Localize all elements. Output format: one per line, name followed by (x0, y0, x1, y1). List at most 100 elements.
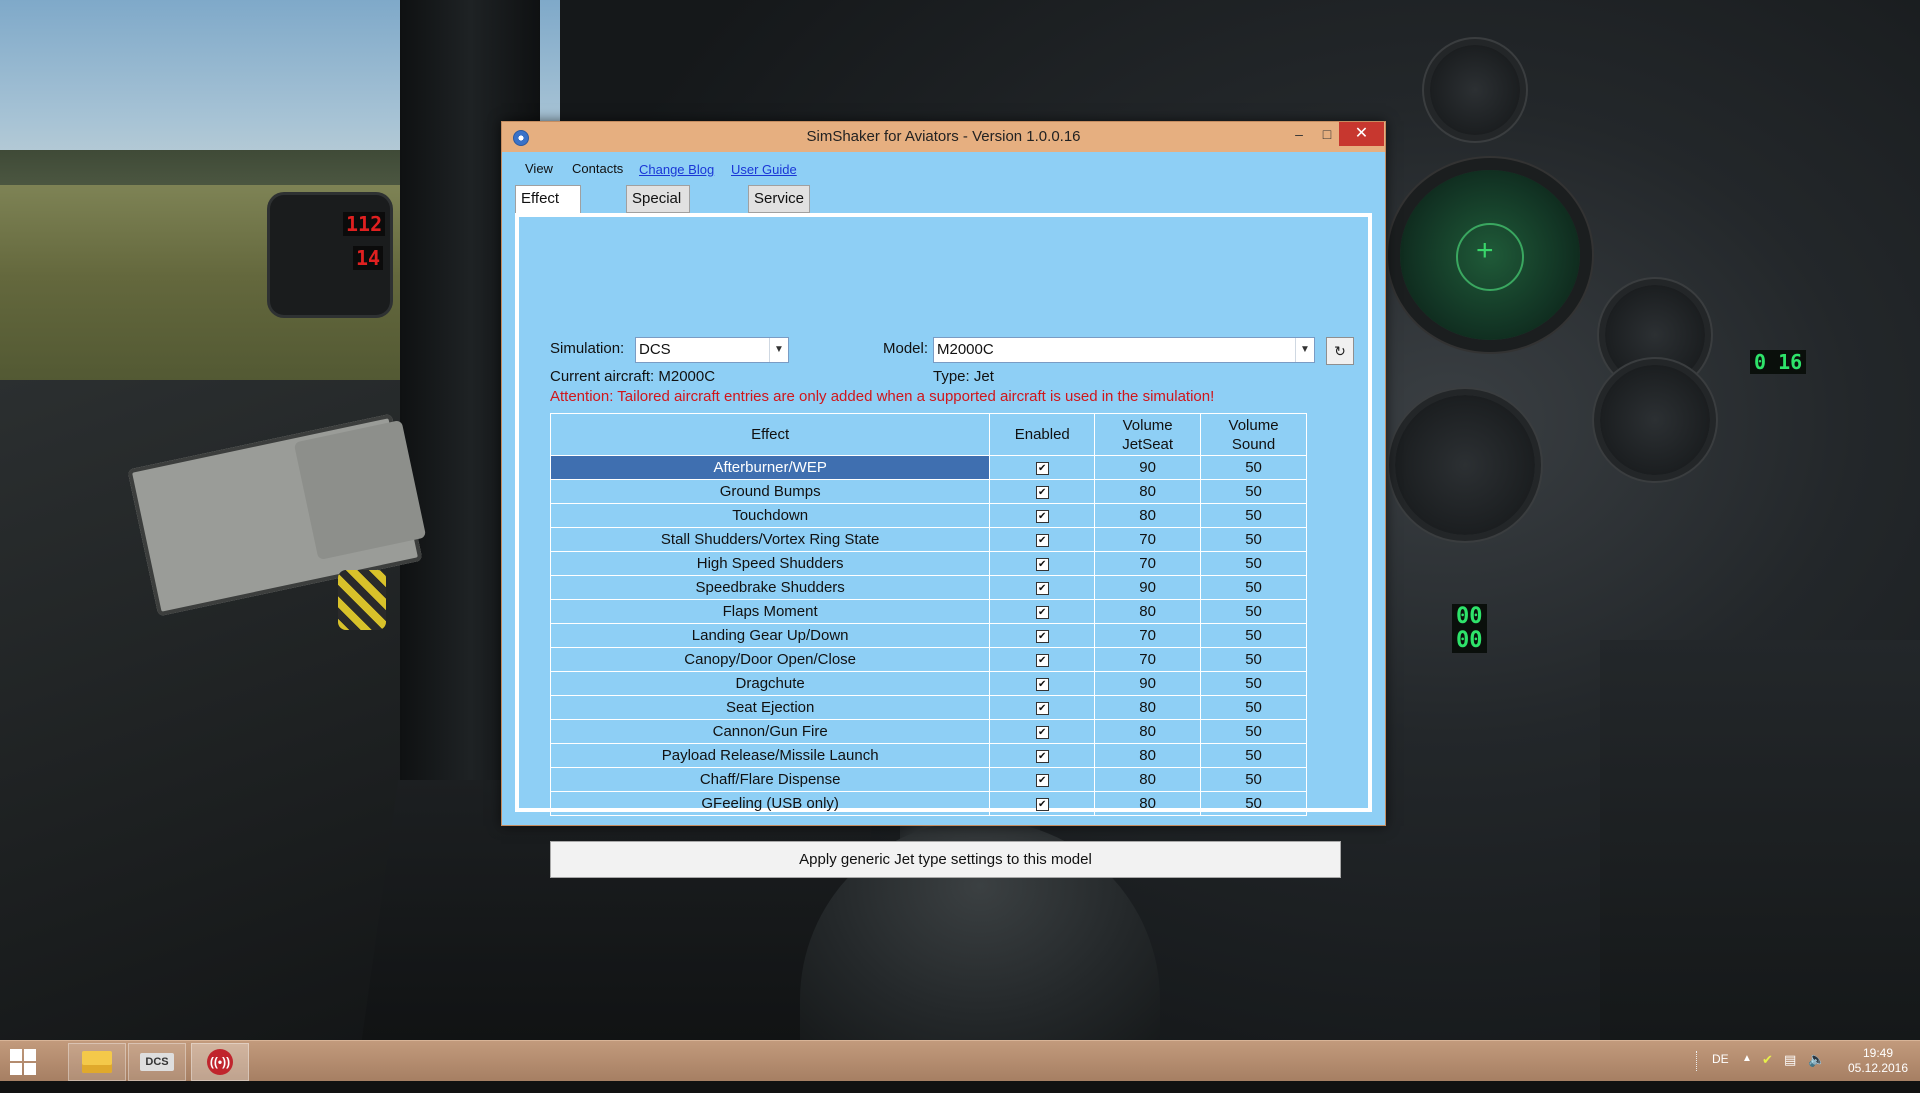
model-select[interactable]: M2000C ▼ (933, 337, 1315, 363)
table-row[interactable]: Speedbrake Shudders ✔ 90 50 (549, 575, 1307, 600)
close-button[interactable]: ✕ (1339, 122, 1384, 146)
table-row[interactable]: Chaff/Flare Dispense ✔ 80 50 (549, 767, 1307, 792)
volume-jetseat-cell[interactable]: 80 (1094, 599, 1202, 624)
enabled-checkbox[interactable]: ✔ (1035, 725, 1049, 739)
volume-sound-cell[interactable]: 50 (1200, 599, 1307, 624)
volume-jetseat-cell[interactable]: 70 (1094, 623, 1202, 648)
volume-jetseat-cell[interactable]: 80 (1094, 791, 1202, 816)
volume-jetseat-cell[interactable]: 80 (1094, 719, 1202, 744)
volume-icon[interactable]: 🔈 (1808, 1051, 1825, 1091)
volume-sound-cell[interactable]: 50 (1200, 623, 1307, 648)
enabled-checkbox[interactable]: ✔ (1035, 701, 1049, 715)
security-shield-icon[interactable]: ✔ (1762, 1052, 1773, 1092)
table-row[interactable]: Canopy/Door Open/Close ✔ 70 50 (549, 647, 1307, 672)
effect-name-cell[interactable]: Afterburner/WEP (549, 455, 991, 480)
enabled-checkbox[interactable]: ✔ (1035, 485, 1049, 499)
enabled-checkbox[interactable]: ✔ (1035, 629, 1049, 643)
enabled-checkbox[interactable]: ✔ (1035, 797, 1049, 811)
table-row[interactable]: Seat Ejection ✔ 80 50 (549, 695, 1307, 720)
volume-jetseat-cell[interactable]: 90 (1094, 671, 1202, 696)
apply-generic-settings-button[interactable]: Apply generic Jet type settings to this … (550, 841, 1341, 878)
maximize-button[interactable]: □ (1313, 122, 1341, 146)
chevron-down-icon[interactable]: ▼ (1295, 338, 1314, 362)
title-bar[interactable]: SimShaker for Aviators - Version 1.0.0.1… (502, 122, 1385, 152)
effect-name-cell[interactable]: GFeeling (USB only) (549, 791, 991, 816)
table-row[interactable]: GFeeling (USB only) ✔ 80 50 (549, 791, 1307, 816)
header-volume-sound[interactable]: Volume Sound (1200, 413, 1307, 456)
simulation-select[interactable]: DCS ▼ (635, 337, 789, 363)
enabled-checkbox[interactable]: ✔ (1035, 773, 1049, 787)
enabled-checkbox[interactable]: ✔ (1035, 509, 1049, 523)
header-effect[interactable]: Effect (549, 413, 991, 456)
effect-name-cell[interactable]: Speedbrake Shudders (549, 575, 991, 600)
taskbar-dcs[interactable]: DCS (128, 1043, 186, 1081)
start-button[interactable] (10, 1049, 36, 1075)
effect-name-cell[interactable]: Flaps Moment (549, 599, 991, 624)
volume-jetseat-cell[interactable]: 70 (1094, 551, 1202, 576)
volume-jetseat-cell[interactable]: 80 (1094, 479, 1202, 504)
minimize-button[interactable]: – (1285, 122, 1313, 146)
volume-sound-cell[interactable]: 50 (1200, 527, 1307, 552)
link-user-guide[interactable]: User Guide (731, 162, 797, 177)
volume-jetseat-cell[interactable]: 70 (1094, 527, 1202, 552)
table-row[interactable]: Ground Bumps ✔ 80 50 (549, 479, 1307, 504)
table-row[interactable]: Cannon/Gun Fire ✔ 80 50 (549, 719, 1307, 744)
volume-sound-cell[interactable]: 50 (1200, 479, 1307, 504)
enabled-checkbox[interactable]: ✔ (1035, 581, 1049, 595)
tab-service[interactable]: Service (748, 185, 811, 213)
tab-special-options[interactable]: Special Options (626, 185, 690, 233)
volume-sound-cell[interactable]: 50 (1200, 743, 1307, 768)
header-enabled[interactable]: Enabled (989, 413, 1096, 456)
effect-name-cell[interactable]: High Speed Shudders (549, 551, 991, 576)
enabled-checkbox[interactable]: ✔ (1035, 533, 1049, 547)
system-clock[interactable]: 19:49 05.12.2016 (1838, 1046, 1918, 1076)
table-row[interactable]: Landing Gear Up/Down ✔ 70 50 (549, 623, 1307, 648)
volume-jetseat-cell[interactable]: 80 (1094, 767, 1202, 792)
volume-jetseat-cell[interactable]: 70 (1094, 647, 1202, 672)
table-row[interactable]: Stall Shudders/Vortex Ring State ✔ 70 50 (549, 527, 1307, 552)
volume-sound-cell[interactable]: 50 (1200, 719, 1307, 744)
language-indicator[interactable]: DE (1712, 1052, 1729, 1092)
volume-jetseat-cell[interactable]: 90 (1094, 575, 1202, 600)
effect-name-cell[interactable]: Landing Gear Up/Down (549, 623, 991, 648)
enabled-checkbox[interactable]: ✔ (1035, 749, 1049, 763)
volume-sound-cell[interactable]: 50 (1200, 671, 1307, 696)
effect-name-cell[interactable]: Seat Ejection (549, 695, 991, 720)
volume-sound-cell[interactable]: 50 (1200, 695, 1307, 720)
effect-name-cell[interactable]: Touchdown (549, 503, 991, 528)
effect-name-cell[interactable]: Ground Bumps (549, 479, 991, 504)
table-row[interactable]: Dragchute ✔ 90 50 (549, 671, 1307, 696)
enabled-checkbox[interactable]: ✔ (1035, 461, 1049, 475)
enabled-checkbox[interactable]: ✔ (1035, 605, 1049, 619)
volume-jetseat-cell[interactable]: 90 (1094, 455, 1202, 480)
volume-sound-cell[interactable]: 50 (1200, 647, 1307, 672)
volume-jetseat-cell[interactable]: 80 (1094, 503, 1202, 528)
effect-name-cell[interactable]: Payload Release/Missile Launch (549, 743, 991, 768)
volume-sound-cell[interactable]: 50 (1200, 767, 1307, 792)
menu-view[interactable]: View (525, 161, 553, 176)
effect-name-cell[interactable]: Canopy/Door Open/Close (549, 647, 991, 672)
enabled-checkbox[interactable]: ✔ (1035, 677, 1049, 691)
taskbar-simshaker[interactable]: ((•)) (191, 1043, 249, 1081)
effect-name-cell[interactable]: Dragchute (549, 671, 991, 696)
link-change-blog[interactable]: Change Blog (639, 162, 714, 177)
volume-jetseat-cell[interactable]: 80 (1094, 695, 1202, 720)
table-row[interactable]: Afterburner/WEP ✔ 90 50 (549, 455, 1307, 480)
volume-sound-cell[interactable]: 50 (1200, 455, 1307, 480)
volume-sound-cell[interactable]: 50 (1200, 791, 1307, 816)
effect-name-cell[interactable]: Cannon/Gun Fire (549, 719, 991, 744)
effect-name-cell[interactable]: Stall Shudders/Vortex Ring State (549, 527, 991, 552)
menu-contacts[interactable]: Contacts (572, 161, 623, 176)
show-hidden-icons-icon[interactable]: ▲ (1742, 1053, 1752, 1093)
table-row[interactable]: Payload Release/Missile Launch ✔ 80 50 (549, 743, 1307, 768)
volume-sound-cell[interactable]: 50 (1200, 575, 1307, 600)
tab-effect-settings[interactable]: Effect Settings (515, 185, 582, 233)
effect-name-cell[interactable]: Chaff/Flare Dispense (549, 767, 991, 792)
enabled-checkbox[interactable]: ✔ (1035, 557, 1049, 571)
refresh-button[interactable]: ↻ (1326, 337, 1354, 365)
chevron-down-icon[interactable]: ▼ (769, 338, 788, 362)
volume-jetseat-cell[interactable]: 80 (1094, 743, 1202, 768)
volume-sound-cell[interactable]: 50 (1200, 551, 1307, 576)
enabled-checkbox[interactable]: ✔ (1035, 653, 1049, 667)
table-row[interactable]: Flaps Moment ✔ 80 50 (549, 599, 1307, 624)
